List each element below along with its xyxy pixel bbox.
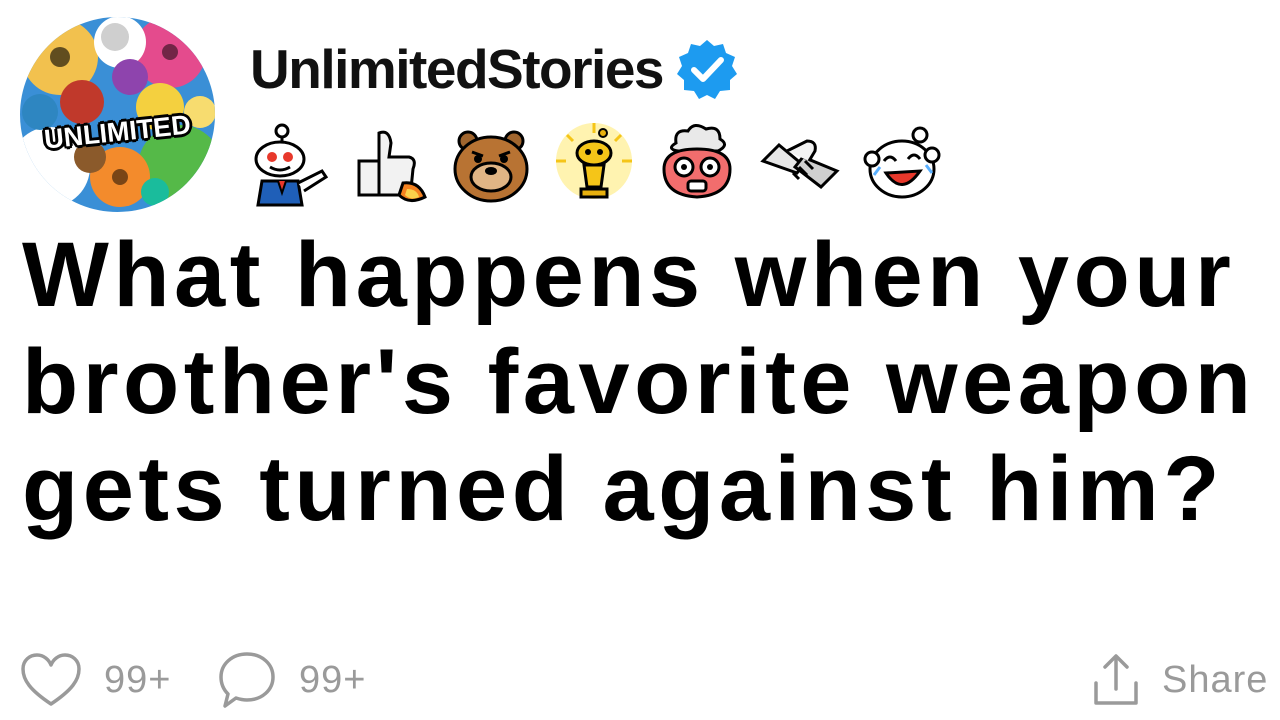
- share-button[interactable]: Share: [1092, 650, 1268, 710]
- comment-bubble-icon: [217, 650, 277, 710]
- laughing-snoo-award-icon[interactable]: [860, 121, 946, 207]
- comment-button[interactable]: 99+: [217, 650, 366, 710]
- bear-award-icon[interactable]: [448, 121, 534, 207]
- share-label: Share: [1162, 658, 1269, 701]
- post-actions-bar: 99+ 99+ Share: [0, 640, 1280, 716]
- avatar[interactable]: UNLIMITED: [20, 17, 215, 212]
- heart-icon: [20, 652, 82, 708]
- author-row: UnlimitedStories: [250, 36, 739, 102]
- share-icon: [1092, 653, 1140, 707]
- rocket-thumbs-up-award-icon[interactable]: [345, 121, 431, 207]
- gold-trophy-snoo-award-icon[interactable]: [551, 121, 637, 207]
- comment-count: 99+: [299, 658, 367, 701]
- handshake-award-icon[interactable]: [757, 121, 843, 207]
- post-card: UNLIMITED UnlimitedStories What happens …: [0, 0, 1280, 720]
- verified-badge-icon: [677, 40, 738, 99]
- author-name[interactable]: UnlimitedStories: [250, 36, 665, 102]
- awards-row: [242, 118, 963, 210]
- mind-blown-award-icon[interactable]: [654, 121, 740, 207]
- post-title: What happens when your brother's favorit…: [22, 224, 1256, 540]
- snoo-pointing-award-icon[interactable]: [242, 121, 328, 207]
- like-button[interactable]: 99+: [20, 650, 171, 710]
- like-count: 99+: [104, 658, 172, 701]
